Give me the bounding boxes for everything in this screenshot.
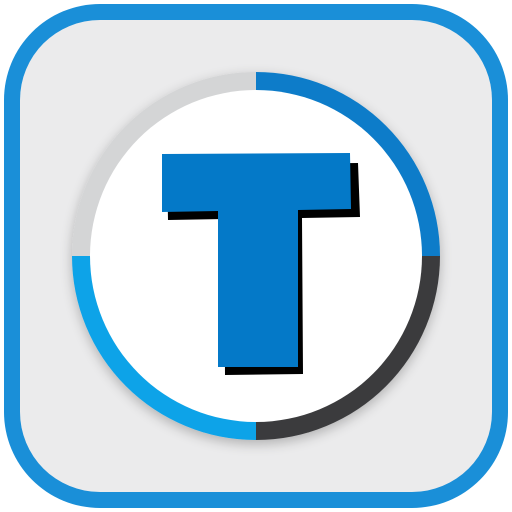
app-icon-graphic bbox=[4, 4, 508, 508]
app-icon bbox=[0, 0, 512, 512]
